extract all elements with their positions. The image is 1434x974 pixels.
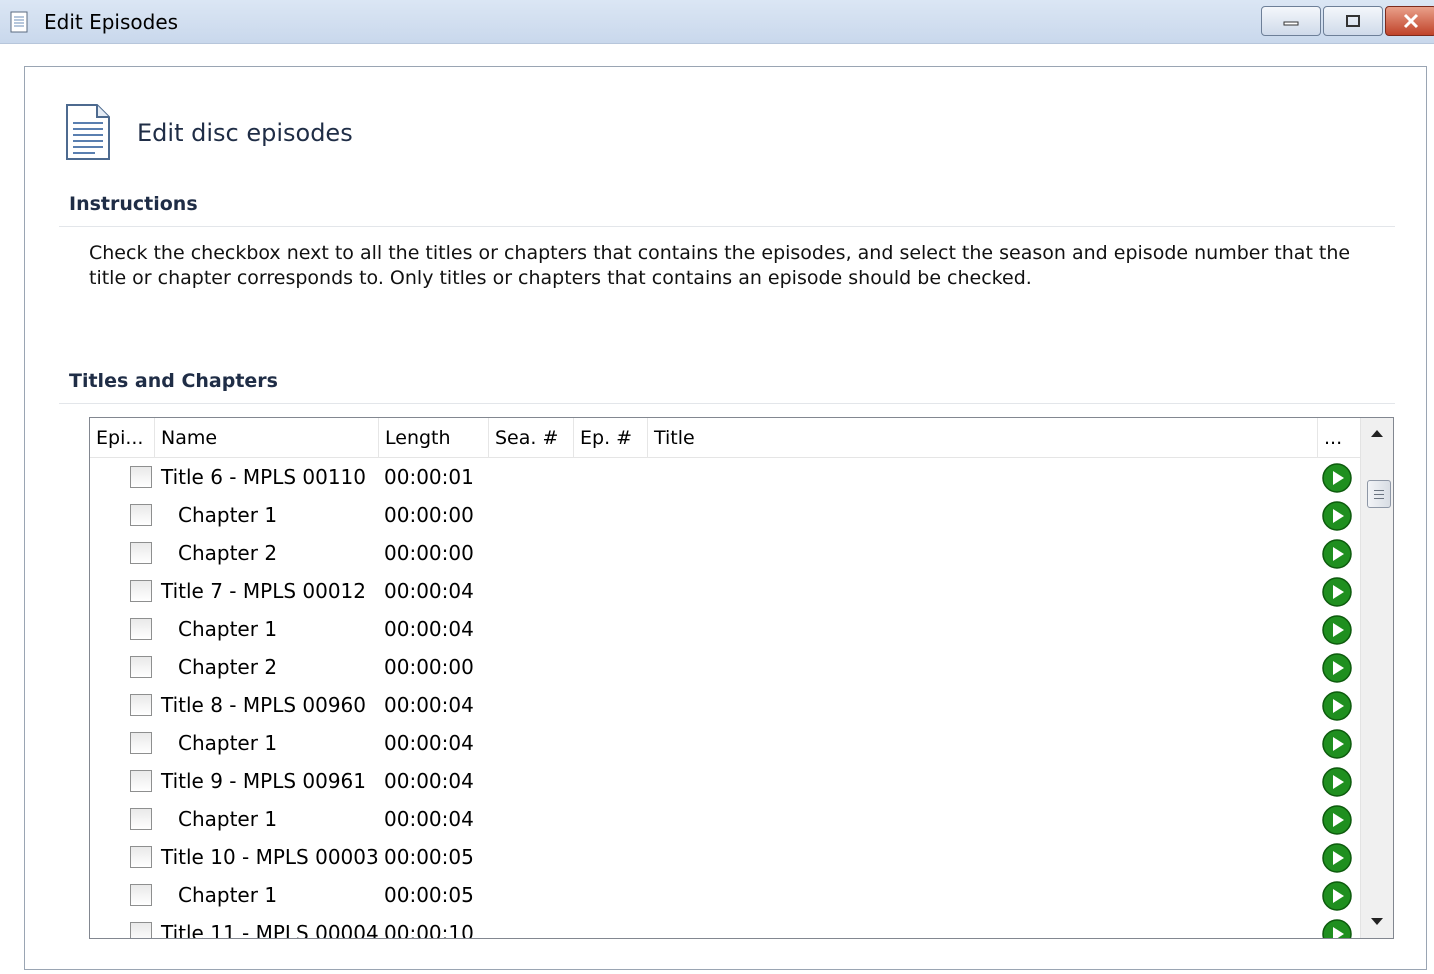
play-icon[interactable]: [1322, 463, 1352, 493]
episode-checkbox[interactable]: [130, 504, 152, 526]
row-length: 00:00:10: [384, 921, 474, 938]
maximize-button[interactable]: [1323, 6, 1383, 36]
column-header-episode[interactable]: Epi...: [90, 418, 155, 458]
row-name: Title 11 - MPLS 00004: [161, 921, 379, 938]
play-icon[interactable]: [1322, 881, 1352, 911]
row-length: 00:00:04: [384, 769, 474, 793]
row-length: 00:00:05: [384, 883, 474, 907]
column-header-episode-number[interactable]: Ep. #: [574, 418, 648, 458]
content-panel: Edit disc episodes Instructions Check th…: [24, 66, 1427, 970]
play-icon[interactable]: [1322, 805, 1352, 835]
window-title: Edit Episodes: [44, 10, 179, 34]
column-header-more[interactable]: ...: [1318, 418, 1360, 458]
table-row[interactable]: Title 7 - MPLS 00012 00:00:04: [90, 572, 1360, 610]
row-name: Title 9 - MPLS 00961: [161, 769, 367, 793]
table-row[interactable]: Chapter 1 00:00:00: [90, 496, 1360, 534]
table-row[interactable]: Title 9 - MPLS 00961 00:00:04: [90, 762, 1360, 800]
episode-checkbox[interactable]: [130, 694, 152, 716]
column-header-name[interactable]: Name: [155, 418, 379, 458]
table-row[interactable]: Title 11 - MPLS 00004 00:00:10: [90, 914, 1360, 938]
episode-checkbox[interactable]: [130, 770, 152, 792]
row-name: Chapter 1: [178, 731, 278, 755]
row-length: 00:00:04: [384, 731, 474, 755]
row-name: Chapter 1: [178, 617, 278, 641]
row-name: Chapter 1: [178, 503, 278, 527]
row-length: 00:00:04: [384, 807, 474, 831]
list-rows: Title 6 - MPLS 00110 00:00:01 Chapter 1 00:…: [90, 458, 1360, 938]
table-row[interactable]: Chapter 2 00:00:00: [90, 648, 1360, 686]
vertical-scrollbar[interactable]: [1360, 418, 1393, 938]
page-title: Edit disc episodes: [137, 119, 353, 147]
row-name: Chapter 2: [178, 541, 278, 565]
title-bar: Edit Episodes: [0, 0, 1434, 44]
window-client: Edit disc episodes Instructions Check th…: [0, 44, 1434, 974]
row-length: 00:00:01: [384, 465, 474, 489]
play-icon[interactable]: [1322, 615, 1352, 645]
play-icon[interactable]: [1322, 577, 1352, 607]
close-button[interactable]: [1385, 6, 1434, 36]
episode-checkbox[interactable]: [130, 884, 152, 906]
row-name: Chapter 2: [178, 655, 278, 679]
table-row[interactable]: Chapter 2 00:00:00: [90, 534, 1360, 572]
scroll-down-icon[interactable]: [1371, 918, 1383, 925]
play-icon[interactable]: [1322, 843, 1352, 873]
minimize-icon: [1283, 21, 1299, 26]
column-header-length[interactable]: Length: [379, 418, 489, 458]
titles-listview[interactable]: Epi... Name Length Sea. # Ep. # Title ..…: [89, 417, 1394, 939]
episode-checkbox[interactable]: [130, 922, 152, 938]
column-header-row: Epi... Name Length Sea. # Ep. # Title ..…: [90, 418, 1360, 458]
row-length: 00:00:00: [384, 655, 474, 679]
close-icon: [1403, 13, 1419, 29]
column-header-title[interactable]: Title: [648, 418, 1318, 458]
episode-checkbox[interactable]: [130, 846, 152, 868]
document-icon: [10, 11, 28, 33]
play-icon[interactable]: [1322, 539, 1352, 569]
play-icon[interactable]: [1322, 691, 1352, 721]
episode-checkbox[interactable]: [130, 542, 152, 564]
play-icon[interactable]: [1322, 767, 1352, 797]
divider: [59, 403, 1395, 404]
titles-heading: Titles and Chapters: [69, 370, 278, 392]
row-name: Title 8 - MPLS 00960: [161, 693, 367, 717]
table-row[interactable]: Chapter 1 00:00:04: [90, 724, 1360, 762]
instructions-heading: Instructions: [69, 193, 198, 215]
row-length: 00:00:05: [384, 845, 474, 869]
table-row[interactable]: Chapter 1 00:00:05: [90, 876, 1360, 914]
episode-checkbox[interactable]: [130, 656, 152, 678]
column-header-season[interactable]: Sea. #: [489, 418, 574, 458]
play-icon[interactable]: [1322, 729, 1352, 759]
row-name: Chapter 1: [178, 807, 278, 831]
table-row[interactable]: Title 6 - MPLS 00110 00:00:01: [90, 458, 1360, 496]
row-length: 00:00:00: [384, 541, 474, 565]
episode-checkbox[interactable]: [130, 466, 152, 488]
play-icon[interactable]: [1322, 653, 1352, 683]
table-row[interactable]: Chapter 1 00:00:04: [90, 610, 1360, 648]
episode-checkbox[interactable]: [130, 732, 152, 754]
row-name: Chapter 1: [178, 883, 278, 907]
table-row[interactable]: Chapter 1 00:00:04: [90, 800, 1360, 838]
episode-checkbox[interactable]: [130, 808, 152, 830]
table-row[interactable]: Title 8 - MPLS 00960 00:00:04: [90, 686, 1360, 724]
row-length: 00:00:04: [384, 693, 474, 717]
play-icon[interactable]: [1322, 919, 1352, 938]
instructions-text: Check the checkbox next to all the title…: [89, 242, 1351, 289]
maximize-icon: [1346, 15, 1360, 27]
row-length: 00:00:04: [384, 579, 474, 603]
row-length: 00:00:04: [384, 617, 474, 641]
scroll-up-icon[interactable]: [1371, 430, 1383, 437]
play-icon[interactable]: [1322, 501, 1352, 531]
row-name: Title 7 - MPLS 00012: [161, 579, 367, 603]
table-row[interactable]: Title 10 - MPLS 00003 00:00:05: [90, 838, 1360, 876]
episode-checkbox[interactable]: [130, 618, 152, 640]
divider: [59, 226, 1395, 227]
scroll-thumb[interactable]: [1367, 480, 1391, 508]
row-name: Title 6 - MPLS 00110: [161, 465, 367, 489]
row-name: Title 10 - MPLS 00003: [161, 845, 379, 869]
minimize-button[interactable]: [1261, 6, 1321, 36]
episode-checkbox[interactable]: [130, 580, 152, 602]
document-icon: [66, 104, 110, 160]
row-length: 00:00:00: [384, 503, 474, 527]
